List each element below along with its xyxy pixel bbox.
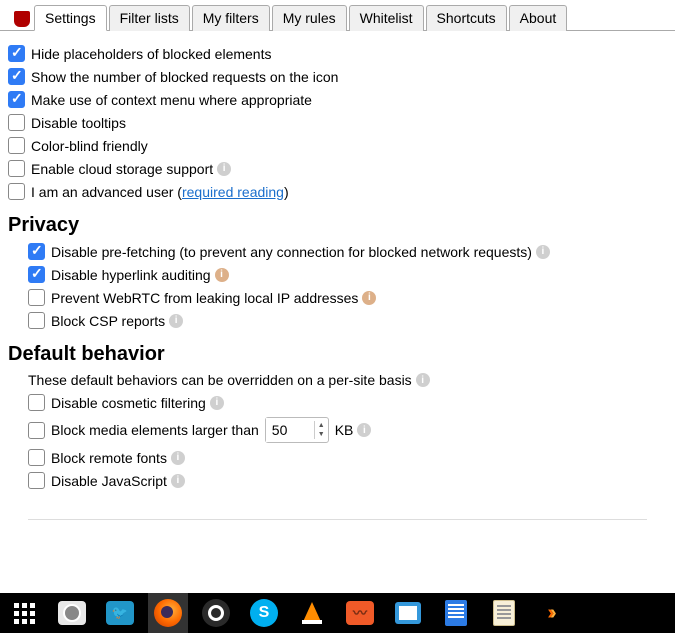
bird-app-icon[interactable] [100, 593, 140, 633]
kraken-app-icon[interactable] [340, 593, 380, 633]
tab-about[interactable]: About [509, 5, 568, 31]
info-icon[interactable]: i [171, 451, 185, 465]
label-disable-tooltips: Disable tooltips [31, 115, 126, 131]
info-icon[interactable]: i [169, 314, 183, 328]
required-reading-link[interactable]: required reading [182, 184, 284, 200]
checkbox-csp[interactable] [28, 312, 45, 329]
info-icon[interactable]: i [171, 474, 185, 488]
info-icon[interactable]: i [362, 291, 376, 305]
info-icon[interactable]: i [217, 162, 231, 176]
steam-icon[interactable] [196, 593, 236, 633]
checkbox-color-blind[interactable] [8, 137, 25, 154]
notes-app-icon[interactable] [484, 593, 524, 633]
media-size-field: ▲ ▼ [265, 417, 329, 443]
label-csp: Block CSP reports [51, 313, 165, 329]
spin-down-icon[interactable]: ▼ [315, 430, 328, 439]
advanced-user-text-pre: I am an advanced user ( [31, 184, 182, 200]
default-behavior-heading: Default behavior [8, 343, 667, 366]
media-size-spinner: ▲ ▼ [314, 421, 328, 439]
spin-up-icon[interactable]: ▲ [315, 421, 328, 430]
label-disable-js: Disable JavaScript [51, 473, 167, 489]
flame-app-icon[interactable]: ›› [532, 593, 572, 633]
checkbox-hide-placeholders[interactable] [8, 45, 25, 62]
label-block-media: Block media elements larger than [51, 422, 259, 438]
label-show-blocked-count: Show the number of blocked requests on t… [31, 69, 338, 85]
checkbox-block-media[interactable] [28, 422, 45, 439]
advanced-user-text-post: ) [284, 184, 289, 200]
apps-launcher-icon[interactable] [4, 593, 44, 633]
checkbox-advanced-user[interactable] [8, 183, 25, 200]
settings-content: Hide placeholders of blocked elements Sh… [0, 31, 675, 520]
firefox-icon[interactable] [148, 593, 188, 633]
checkbox-cosmetic-filtering[interactable] [28, 394, 45, 411]
skype-icon[interactable]: S [244, 593, 284, 633]
label-cloud-storage: Enable cloud storage support [31, 161, 213, 177]
checkbox-webrtc[interactable] [28, 289, 45, 306]
ublock-shield-icon [14, 11, 30, 27]
label-kb: KB [335, 422, 354, 438]
checkbox-prefetch[interactable] [28, 243, 45, 260]
screenshot-app-icon[interactable] [52, 593, 92, 633]
checkbox-context-menu[interactable] [8, 91, 25, 108]
privacy-heading: Privacy [8, 214, 667, 237]
checkbox-disable-js[interactable] [28, 472, 45, 489]
divider [28, 519, 647, 520]
info-icon[interactable]: i [416, 373, 430, 387]
label-remote-fonts: Block remote fonts [51, 450, 167, 466]
vlc-icon[interactable] [292, 593, 332, 633]
default-behavior-intro: These default behaviors can be overridde… [28, 372, 412, 388]
window-app-icon[interactable] [388, 593, 428, 633]
checkbox-hyperlink-audit[interactable] [28, 266, 45, 283]
checkbox-cloud-storage[interactable] [8, 160, 25, 177]
label-webrtc: Prevent WebRTC from leaking local IP add… [51, 290, 358, 306]
label-context-menu: Make use of context menu where appropria… [31, 92, 312, 108]
tabs-bar: Settings Filter lists My filters My rule… [0, 0, 675, 31]
tab-filter-lists[interactable]: Filter lists [109, 5, 190, 31]
tab-settings[interactable]: Settings [34, 5, 107, 31]
document-app-icon[interactable] [436, 593, 476, 633]
checkbox-remote-fonts[interactable] [28, 449, 45, 466]
label-color-blind: Color-blind friendly [31, 138, 148, 154]
label-hide-placeholders: Hide placeholders of blocked elements [31, 46, 271, 62]
info-icon[interactable]: i [357, 423, 371, 437]
info-icon[interactable]: i [215, 268, 229, 282]
tab-my-rules[interactable]: My rules [272, 5, 347, 31]
tab-whitelist[interactable]: Whitelist [349, 5, 424, 31]
label-prefetch: Disable pre-fetching (to prevent any con… [51, 244, 532, 260]
info-icon[interactable]: i [210, 396, 224, 410]
label-hyperlink-audit: Disable hyperlink auditing [51, 267, 211, 283]
checkbox-disable-tooltips[interactable] [8, 114, 25, 131]
taskbar: S ›› [0, 593, 675, 633]
label-advanced-user: I am an advanced user (required reading) [31, 184, 289, 200]
tab-shortcuts[interactable]: Shortcuts [426, 5, 507, 31]
label-cosmetic-filtering: Disable cosmetic filtering [51, 395, 206, 411]
tab-my-filters[interactable]: My filters [192, 5, 270, 31]
checkbox-show-blocked-count[interactable] [8, 68, 25, 85]
info-icon[interactable]: i [536, 245, 550, 259]
media-size-input[interactable] [266, 418, 314, 442]
